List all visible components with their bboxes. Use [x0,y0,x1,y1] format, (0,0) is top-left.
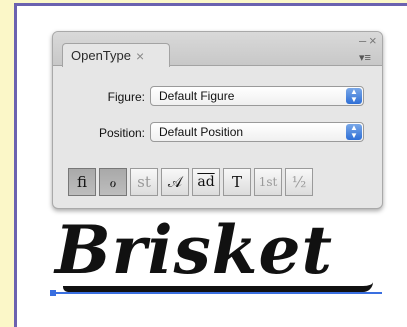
collapse-icon[interactable]: – [359,33,366,48]
position-select[interactable]: Default Position ▲ ▼ [150,122,364,142]
text-baseline [52,292,382,294]
sample-text: Brisket [55,211,333,289]
tab-close-icon[interactable]: × [136,49,144,63]
swash-glyph: 𝒜 [167,173,183,191]
position-select-value: Default Position [159,125,244,139]
position-label: Position: [98,126,145,140]
fractions-button[interactable]: ½ [285,168,313,196]
figure-select[interactable]: Default Figure ▲ ▼ [150,86,364,106]
updown-arrows-icon: ▲ ▼ [346,88,362,104]
fractions-glyph: ½ [291,173,307,191]
baseline-handle[interactable] [50,290,56,296]
discretionary-ligatures-glyph: st [137,173,151,191]
ordinals-glyph: 1st [258,175,278,189]
titling-alternates-glyph: T [231,173,242,191]
panel-close-icon[interactable]: × [369,33,377,48]
swash-button[interactable]: 𝒜 [161,168,189,196]
opentype-panel: OpenType × – × ▾≡ Figure: Default Figure… [52,31,383,209]
contextual-alternates-glyph: ℴ [109,173,117,191]
sample-text-frame[interactable]: Brisket [50,211,382,297]
figure-select-value: Default Figure [159,89,235,103]
contextual-alternates-button[interactable]: ℴ [99,168,127,196]
updown-arrows-icon: ▲ ▼ [346,124,362,140]
standard-ligatures-button[interactable]: fi [68,168,96,196]
stylistic-alternates-button[interactable]: ad [192,168,220,196]
panel-menu-icon[interactable]: ▾≡ [359,51,377,64]
titling-alternates-button[interactable]: T [223,168,251,196]
discretionary-ligatures-button[interactable]: st [130,168,158,196]
ordinals-button[interactable]: 1st [254,168,282,196]
standard-ligatures-glyph: fi [76,173,87,191]
figure-label: Figure: [107,90,145,104]
stylistic-alternates-glyph: ad [197,174,215,190]
opentype-feature-buttons: fi ℴ st 𝒜 ad T 1st ½ [68,168,316,196]
tab-label: OpenType [71,48,131,63]
swash-underline [63,282,373,292]
tab-opentype[interactable]: OpenType × [62,43,170,67]
